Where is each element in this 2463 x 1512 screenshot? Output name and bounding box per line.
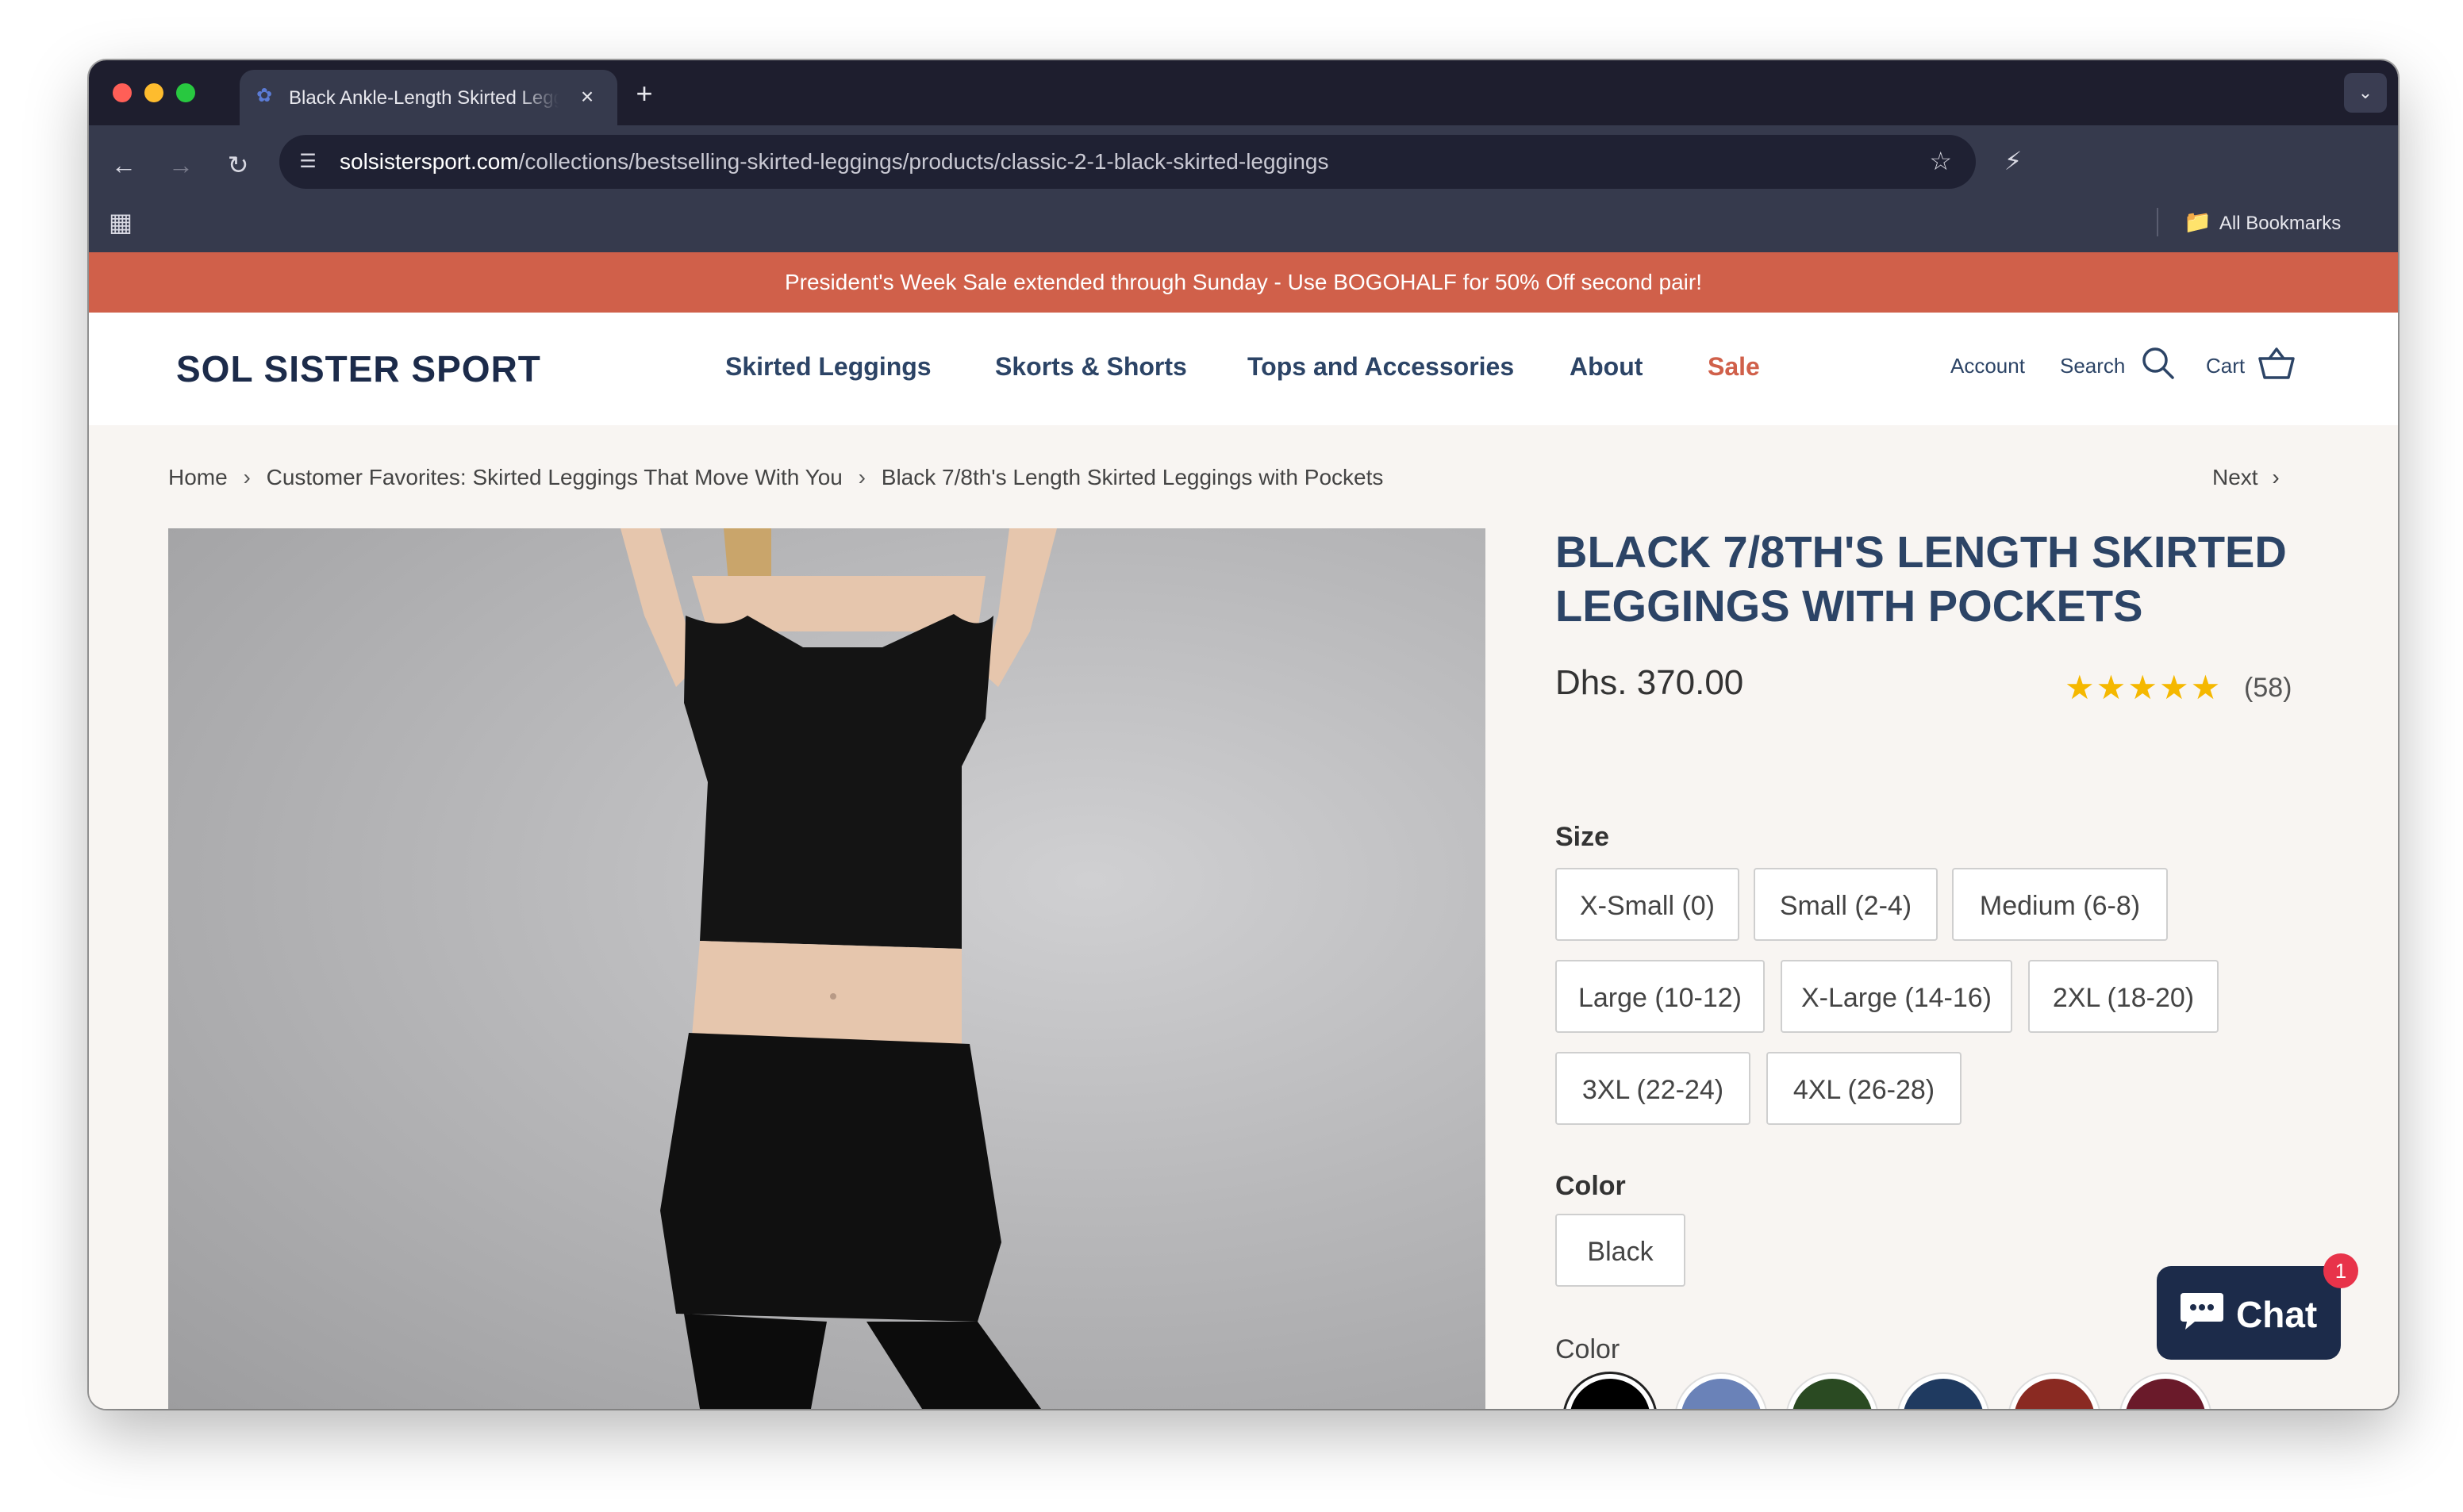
size-label: Size xyxy=(1555,822,1610,852)
close-window-button[interactable] xyxy=(113,83,132,102)
swatch-navy[interactable] xyxy=(1898,1374,1988,1409)
extension-icon[interactable]: ⚡ xyxy=(1995,143,2031,179)
minimize-window-button[interactable] xyxy=(144,83,163,102)
next-label: Next xyxy=(2212,465,2258,489)
swatch-red[interactable] xyxy=(2009,1374,2100,1409)
size-option-3xl[interactable]: 3XL (22-24) xyxy=(1555,1052,1750,1125)
nav-tops-accessories[interactable]: Tops and Accessories xyxy=(1247,352,1514,382)
site-settings-icon[interactable]: ☰ xyxy=(294,148,322,176)
breadcrumb-product: Black 7/8th's Length Skirted Leggings wi… xyxy=(881,465,1384,489)
breadcrumb: Home › Customer Favorites: Skirted Leggi… xyxy=(168,465,1383,490)
breadcrumb-collection[interactable]: Customer Favorites: Skirted Leggings Tha… xyxy=(267,465,843,489)
nav-sale[interactable]: Sale xyxy=(1708,352,1760,382)
product-image[interactable] xyxy=(168,528,1485,1409)
bookmark-star-icon[interactable]: ☆ xyxy=(1929,146,1952,176)
chevron-right-icon: › xyxy=(858,465,866,489)
promo-banner[interactable]: President's Week Sale extended through S… xyxy=(89,252,2398,313)
chat-label: Chat xyxy=(2236,1294,2318,1335)
size-option-small[interactable]: Small (2-4) xyxy=(1754,868,1938,941)
swatch-periwinkle[interactable] xyxy=(1676,1374,1766,1409)
url-text[interactable]: solsistersport.com/collections/bestselli… xyxy=(340,149,1329,175)
bookmarks-divider xyxy=(2157,208,2158,236)
chat-button[interactable]: Chat xyxy=(2157,1266,2341,1360)
star-icon: ★ xyxy=(2158,669,2191,706)
star-icon: ★ xyxy=(2096,669,2128,706)
address-bar[interactable]: ☰ solsistersport.com/collections/bestsel… xyxy=(279,135,1976,189)
search-link[interactable]: Search xyxy=(2060,354,2125,378)
breadcrumb-home[interactable]: Home xyxy=(168,465,228,489)
site-logo[interactable]: SOL SISTER SPORT xyxy=(176,347,541,390)
star-icon: ★ xyxy=(2190,669,2223,706)
size-option-4xl[interactable]: 4XL (26-28) xyxy=(1766,1052,1962,1125)
browser-toolbar: ← → ↻ ☰ solsistersport.com/collections/b… xyxy=(89,125,2398,252)
model-illustration xyxy=(621,528,1057,1409)
color-label: Color xyxy=(1555,1171,1626,1201)
product-price: Dhs. 370.00 xyxy=(1555,663,1744,702)
cart-link[interactable]: Cart xyxy=(2206,354,2245,378)
url-host: solsistersport.com xyxy=(340,149,519,174)
bookmarks-label: All Bookmarks xyxy=(2219,213,2342,234)
size-option-large[interactable]: Large (10-12) xyxy=(1555,960,1765,1033)
size-option-xlarge[interactable]: X-Large (14-16) xyxy=(1781,960,2012,1033)
star-icon: ★ xyxy=(2127,669,2159,706)
next-product-link[interactable]: Next › xyxy=(2212,465,2280,490)
new-tab-button[interactable]: + xyxy=(628,78,660,109)
all-bookmarks-button[interactable]: 📁 All Bookmarks xyxy=(2184,206,2341,238)
chat-bubble-icon xyxy=(2181,1293,2223,1330)
nav-about[interactable]: About xyxy=(1570,352,1643,382)
chevron-right-icon: › xyxy=(243,465,251,489)
cart-basket-icon[interactable] xyxy=(2257,344,2296,382)
size-option-medium[interactable]: Medium (6-8) xyxy=(1952,868,2168,941)
search-icon[interactable] xyxy=(2139,344,2177,382)
site-favicon-icon: ✿ xyxy=(256,85,273,106)
browser-window: ✿ Black Ankle-Length Skirted Leggings × … xyxy=(89,60,2398,1409)
star-icon: ★ xyxy=(2065,669,2096,706)
back-arrow-icon[interactable]: ← xyxy=(106,148,141,182)
size-option-xsmall[interactable]: X-Small (0) xyxy=(1555,868,1739,941)
reload-icon[interactable]: ↻ xyxy=(221,148,256,182)
nav-skirted-leggings[interactable]: Skirted Leggings xyxy=(725,352,932,382)
tab-search-chevron-icon[interactable]: ⌄ xyxy=(2344,73,2387,113)
active-tab[interactable]: ✿ Black Ankle-Length Skirted Leggings × xyxy=(240,70,617,125)
swatch-black[interactable] xyxy=(1565,1374,1655,1409)
tab-bar: ✿ Black Ankle-Length Skirted Leggings × … xyxy=(89,60,2398,125)
folder-icon: 📁 xyxy=(2184,209,2211,234)
size-option-2xl[interactable]: 2XL (18-20) xyxy=(2028,960,2219,1033)
review-count[interactable]: (58) xyxy=(2244,673,2292,704)
account-link[interactable]: Account xyxy=(1950,354,2025,378)
product-title: BLACK 7/8TH'S LENGTH SKIRTED LEGGINGS WI… xyxy=(1555,527,2287,631)
maximize-window-button[interactable] xyxy=(176,83,195,102)
chat-notification-badge: 1 xyxy=(2323,1253,2358,1288)
color-swatch-label: Color xyxy=(1555,1334,1620,1364)
rating-stars[interactable]: ★★★★★ xyxy=(2065,668,2222,707)
swatch-burgundy[interactable] xyxy=(2120,1374,2211,1409)
swatch-green[interactable] xyxy=(1787,1374,1877,1409)
forward-arrow-icon[interactable]: → xyxy=(163,148,198,182)
color-option-black[interactable]: Black xyxy=(1555,1214,1685,1287)
close-tab-icon[interactable]: × xyxy=(573,83,601,111)
url-path: /collections/bestselling-skirted-legging… xyxy=(518,149,1329,174)
apps-grid-icon[interactable]: ▦ xyxy=(105,206,136,238)
tab-title: Black Ankle-Length Skirted Leggings xyxy=(289,87,559,109)
site-header: SOL SISTER SPORT Skirted Leggings Skorts… xyxy=(89,313,2398,425)
chevron-right-icon: › xyxy=(2272,465,2280,489)
nav-skorts-shorts[interactable]: Skorts & Shorts xyxy=(995,352,1187,382)
product-page: Home › Customer Favorites: Skirted Leggi… xyxy=(89,425,2398,1409)
